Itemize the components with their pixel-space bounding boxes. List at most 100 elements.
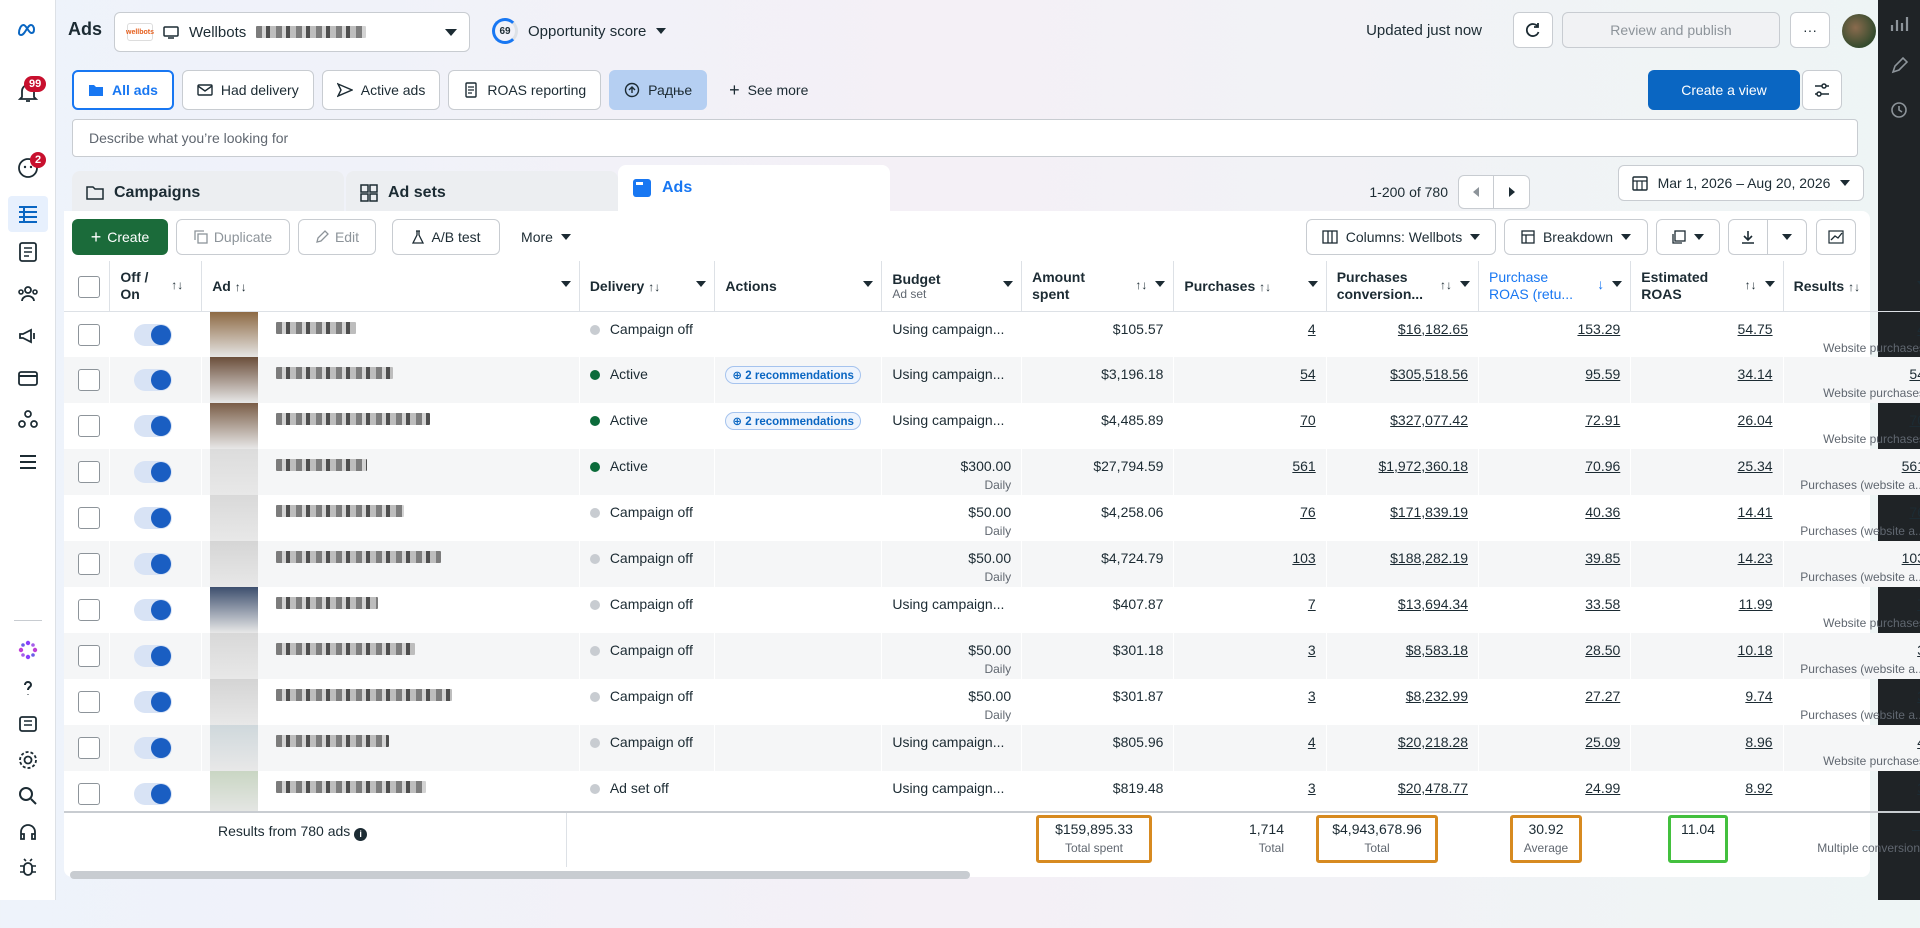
column-delivery[interactable]: Delivery ↑↓: [579, 261, 716, 312]
sort-icon[interactable]: ↑↓: [171, 278, 183, 292]
purchase-roas-cell[interactable]: 33.58: [1479, 587, 1631, 633]
see-more-views-button[interactable]: + See more: [715, 70, 822, 110]
view-tab-active-ads[interactable]: Active ads: [321, 70, 441, 110]
estimated-roas-cell[interactable]: 26.04: [1631, 403, 1783, 449]
ad-name-cell[interactable]: [202, 771, 580, 811]
create-button[interactable]: + Create: [72, 219, 168, 255]
purchases-cell[interactable]: 103: [1173, 541, 1327, 587]
charts-button[interactable]: [1816, 219, 1856, 255]
budget-cell[interactable]: $50.00 Daily: [882, 495, 1022, 541]
budget-cell[interactable]: $300.00 Daily: [881, 449, 1022, 495]
edit-button[interactable]: Edit: [298, 219, 376, 255]
table-row[interactable]: Active ⊕ 2 recommendations Using campaign.…: [64, 357, 1920, 403]
chevron-down-icon[interactable]: [1612, 281, 1623, 287]
all-tools-menu-icon[interactable]: [14, 448, 42, 476]
purchases-cell[interactable]: 7: [1174, 587, 1326, 633]
ad-on-off-toggle[interactable]: [134, 369, 173, 391]
view-tab-actions[interactable]: Радње: [609, 70, 708, 110]
row-checkbox[interactable]: [78, 369, 100, 391]
table-row[interactable]: Campaign off $50.00 Daily $4,724.79 103 $188,…: [64, 541, 1920, 587]
purchase-roas-cell[interactable]: 95.59: [1478, 357, 1631, 403]
row-checkbox[interactable]: [78, 553, 100, 575]
row-checkbox[interactable]: [78, 645, 100, 667]
results-cell[interactable]: 4Website purchases: [1783, 311, 1920, 357]
purchases-conversion-cell[interactable]: $1,972,360.18: [1326, 449, 1479, 495]
estimated-roas-cell[interactable]: 25.34: [1630, 449, 1784, 495]
billing-card-icon[interactable]: [14, 364, 42, 392]
purchase-roas-cell[interactable]: 70.96: [1478, 449, 1631, 495]
ad-name-cell[interactable]: [201, 357, 580, 403]
search-icon[interactable]: [14, 782, 42, 810]
table-row[interactable]: Campaign off Using campaign... $805.96 4 $20…: [64, 725, 1920, 771]
purchases-cell[interactable]: 54: [1173, 357, 1327, 403]
chevron-down-icon[interactable]: [1764, 281, 1775, 287]
sort-icon[interactable]: ↑↓: [1745, 278, 1757, 292]
table-row[interactable]: Campaign off $50.00 Daily $301.87 3 $8,232.99…: [64, 679, 1920, 725]
chevron-down-icon[interactable]: [863, 281, 874, 287]
results-cell[interactable]: 3Purchases (website a...: [1783, 633, 1920, 679]
chart-icon[interactable]: [1889, 14, 1909, 34]
ad-name-cell[interactable]: [202, 495, 580, 541]
sort-icon[interactable]: ↑↓: [1135, 278, 1147, 292]
row-checkbox[interactable]: [78, 599, 100, 621]
column-actions[interactable]: Actions: [714, 261, 883, 312]
estimated-roas-cell[interactable]: 8.92: [1631, 771, 1783, 811]
next-page-button[interactable]: [1494, 175, 1530, 209]
more-options-button[interactable]: ···: [1790, 12, 1830, 48]
column-amount-spent[interactable]: Amount spent ↑↓: [1021, 261, 1175, 312]
ad-on-off-toggle[interactable]: [134, 599, 173, 621]
chevron-down-icon[interactable]: [696, 281, 707, 287]
estimated-roas-cell[interactable]: 11.99: [1631, 587, 1783, 633]
support-headset-icon[interactable]: [14, 818, 42, 846]
sort-icon[interactable]: ↑↓: [1259, 280, 1271, 294]
column-budget[interactable]: Budget Ad set: [881, 261, 1023, 312]
export-options-button[interactable]: [1767, 219, 1807, 255]
estimated-roas-cell[interactable]: 54.75: [1631, 311, 1783, 357]
budget-cell[interactable]: Using campaign...: [882, 311, 1022, 357]
chevron-down-icon[interactable]: [560, 281, 571, 287]
purchase-roas-cell[interactable]: 72.91: [1479, 403, 1631, 449]
edit-pencil-icon[interactable]: [1889, 56, 1909, 76]
sort-icon[interactable]: ↑↓: [1848, 280, 1860, 294]
budget-cell[interactable]: Using campaign...: [882, 587, 1022, 633]
estimated-roas-cell[interactable]: 8.96: [1630, 725, 1784, 771]
ads-manager-table-icon[interactable]: [8, 196, 48, 232]
ad-name-cell[interactable]: [201, 725, 580, 771]
column-results[interactable]: Results ↑↓: [1783, 261, 1920, 312]
row-checkbox[interactable]: [78, 415, 100, 437]
meta-ai-icon[interactable]: [14, 636, 42, 664]
ad-name-cell[interactable]: [201, 541, 580, 587]
purchases-conversion-cell[interactable]: $13,694.34: [1326, 587, 1478, 633]
breakdown-button[interactable]: Breakdown: [1504, 219, 1648, 255]
opportunity-score[interactable]: 69 Opportunity score: [492, 18, 667, 44]
purchases-cell[interactable]: 3: [1173, 633, 1327, 679]
columns-button[interactable]: Columns: Wellbots: [1306, 219, 1496, 255]
tab-ads[interactable]: Ads: [618, 165, 890, 211]
ad-on-off-toggle[interactable]: [134, 415, 173, 437]
row-checkbox[interactable]: [78, 507, 100, 529]
table-row[interactable]: Campaign off $50.00 Daily $4,258.06 76 $171,8…: [64, 495, 1920, 541]
chevron-down-icon[interactable]: [1155, 281, 1166, 287]
table-row[interactable]: Campaign off Using campaign... $105.57 4 $16…: [64, 311, 1920, 357]
purchase-roas-cell[interactable]: 27.27: [1479, 679, 1631, 725]
row-checkbox[interactable]: [78, 737, 100, 759]
column-ad[interactable]: Ad ↑↓: [201, 261, 580, 312]
ad-name-cell[interactable]: [202, 403, 580, 449]
budget-cell[interactable]: Using campaign...: [882, 403, 1022, 449]
purchases-conversion-cell[interactable]: $188,282.19: [1326, 541, 1479, 587]
refresh-button[interactable]: [1513, 12, 1553, 48]
purchase-roas-cell[interactable]: 40.36: [1479, 495, 1631, 541]
tab-ad-sets[interactable]: Ad sets: [346, 171, 618, 215]
results-cell[interactable]: 7Website purchases: [1783, 587, 1920, 633]
results-cell[interactable]: 561 Purchases (website a...: [1783, 449, 1920, 495]
ad-on-off-toggle[interactable]: [134, 323, 173, 346]
ad-name-cell[interactable]: [201, 449, 580, 495]
column-purchases-conversion-value[interactable]: Purchases conversion... ↑↓: [1326, 261, 1480, 312]
budget-cell[interactable]: $50.00 Daily: [881, 633, 1022, 679]
review-and-publish-button[interactable]: Review and publish: [1562, 12, 1780, 48]
budget-cell[interactable]: Using campaign...: [881, 357, 1022, 403]
history-clock-icon[interactable]: [1889, 100, 1909, 120]
purchases-conversion-cell[interactable]: $16,182.65: [1326, 311, 1478, 357]
purchases-conversion-cell[interactable]: $8,583.18: [1326, 633, 1479, 679]
estimated-roas-cell[interactable]: 14.41: [1631, 495, 1783, 541]
